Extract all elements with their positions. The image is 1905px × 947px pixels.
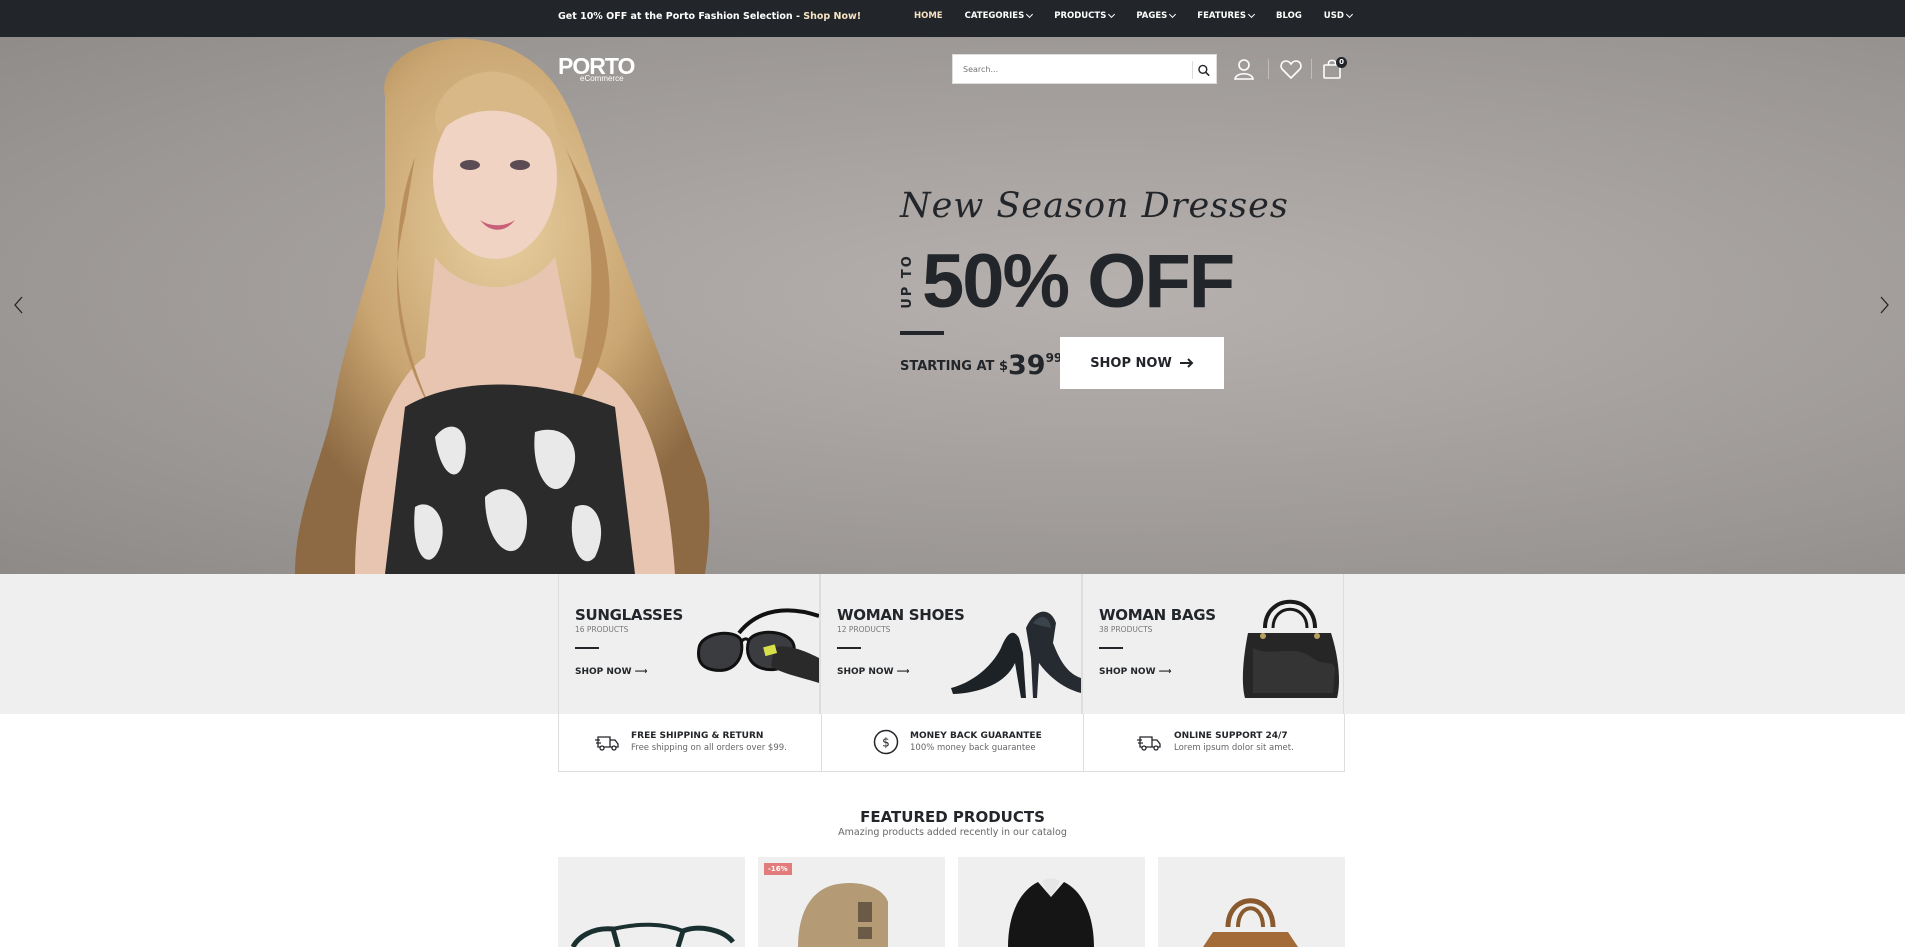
featured-products-title: FEATURED PRODUCTS <box>860 808 1045 826</box>
site-logo[interactable]: PORTO eCommerce <box>558 53 635 83</box>
nav-features[interactable]: FEATURES <box>1197 10 1256 21</box>
feature-title: ONLINE SUPPORT 24/7 <box>1174 731 1288 741</box>
truck-icon <box>595 736 619 751</box>
promo-link[interactable]: Shop Now! <box>803 11 861 22</box>
logo-tagline: eCommerce <box>580 74 624 83</box>
header-divider <box>1268 59 1269 79</box>
category-count: 38 PRODUCTS <box>1099 625 1153 634</box>
hero-up-to: UP TO <box>899 254 915 309</box>
sunglasses-image <box>697 608 819 683</box>
search-box <box>952 54 1217 84</box>
wishlist-heart-icon[interactable] <box>1279 57 1303 81</box>
slider-next-arrow-icon[interactable] <box>1877 295 1891 315</box>
nav-blog[interactable]: BLOG <box>1276 11 1302 21</box>
featured-products-subtitle: Amazing products added recently in our c… <box>838 827 1067 838</box>
product-card[interactable] <box>558 857 745 947</box>
truck-icon <box>1137 736 1161 751</box>
category-divider <box>1099 647 1123 649</box>
category-count: 12 PRODUCTS <box>837 625 891 634</box>
user-icon[interactable] <box>1232 57 1256 81</box>
feature-subtitle: 100% money back guarantee <box>910 743 1036 753</box>
main-nav: HOME CATEGORIES PRODUCTS PAGES FEATURES … <box>914 10 1374 21</box>
currency-selector[interactable]: USD <box>1324 10 1353 21</box>
svg-text:$: $ <box>882 736 890 750</box>
hero-headline: 50% OFF <box>922 239 1235 324</box>
category-title: WOMAN BAGS <box>1099 606 1216 624</box>
hero-shop-now-button[interactable]: SHOP NOW <box>1060 337 1224 389</box>
category-banner-woman-shoes[interactable]: WOMAN SHOES 12 PRODUCTS SHOP NOW ⟶ <box>820 574 1082 714</box>
product-card[interactable] <box>1158 857 1345 947</box>
feature-subtitle: Free shipping on all orders over $99. <box>631 743 787 753</box>
hero-starting-price: STARTING AT $3999 <box>900 350 1063 381</box>
category-shop-now-link[interactable]: SHOP NOW ⟶ <box>575 667 648 677</box>
top-bar: Get 10% OFF at the Porto Fashion Selecti… <box>0 0 1905 37</box>
category-banner-sunglasses[interactable]: SUNGLASSES 16 PRODUCTS SHOP NOW ⟶ <box>558 574 820 714</box>
category-divider <box>837 647 861 649</box>
category-title: SUNGLASSES <box>575 606 683 624</box>
high-heel-shoes-image <box>951 611 1081 698</box>
slider-prev-arrow-icon[interactable] <box>12 295 26 315</box>
feature-title: FREE SHIPPING & RETURN <box>631 731 764 741</box>
category-divider <box>575 647 599 649</box>
nav-categories[interactable]: CATEGORIES <box>965 10 1034 21</box>
header-divider <box>1311 59 1312 79</box>
chevron-down-icon <box>1169 10 1177 19</box>
product-handbag-image <box>1203 898 1298 947</box>
chevron-down-icon <box>1026 10 1034 19</box>
hero-script-title: New Season Dresses <box>900 186 1289 226</box>
feature-title: MONEY BACK GUARANTEE <box>910 731 1042 741</box>
arrow-right-icon <box>1179 358 1194 368</box>
service-features: FREE SHIPPING & RETURN Free shipping on … <box>558 714 1345 772</box>
handbag-image <box>1242 599 1339 698</box>
search-icon[interactable] <box>1192 61 1210 79</box>
chevron-down-icon <box>1108 10 1116 19</box>
promo-message: Get 10% OFF at the Porto Fashion Selecti… <box>558 11 861 22</box>
search-input[interactable] <box>953 55 1178 83</box>
promo-text: Get 10% OFF at the Porto Fashion Selecti… <box>558 11 804 22</box>
category-shop-now-link[interactable]: SHOP NOW ⟶ <box>837 667 910 677</box>
feature-online-support: ONLINE SUPPORT 24/7 Lorem ipsum dolor si… <box>1083 714 1345 772</box>
product-card[interactable]: -16% <box>758 857 945 947</box>
category-count: 16 PRODUCTS <box>575 625 629 634</box>
category-banner-woman-bags[interactable]: WOMAN BAGS 38 PRODUCTS SHOP NOW ⟶ <box>1082 574 1344 714</box>
sale-badge: -16% <box>764 863 792 875</box>
hero-divider <box>900 331 944 335</box>
chevron-down-icon <box>1247 10 1256 19</box>
feature-free-shipping: FREE SHIPPING & RETURN Free shipping on … <box>559 714 821 772</box>
cart-count-badge: 0 <box>1336 57 1347 68</box>
nav-home[interactable]: HOME <box>914 11 943 21</box>
hero-model-image <box>295 38 710 574</box>
category-shop-now-link[interactable]: SHOP NOW ⟶ <box>1099 667 1172 677</box>
product-card[interactable] <box>958 857 1145 947</box>
chevron-down-icon <box>1345 10 1353 19</box>
product-glasses-image <box>570 922 735 947</box>
dollar-circle-icon: $ <box>873 729 899 755</box>
feature-subtitle: Lorem ipsum dolor sit amet. <box>1174 743 1294 753</box>
nav-pages[interactable]: PAGES <box>1136 10 1177 21</box>
product-coat-image <box>1008 878 1094 947</box>
nav-products[interactable]: PRODUCTS <box>1054 10 1116 21</box>
feature-money-back: $ MONEY BACK GUARANTEE 100% money back g… <box>821 714 1083 772</box>
